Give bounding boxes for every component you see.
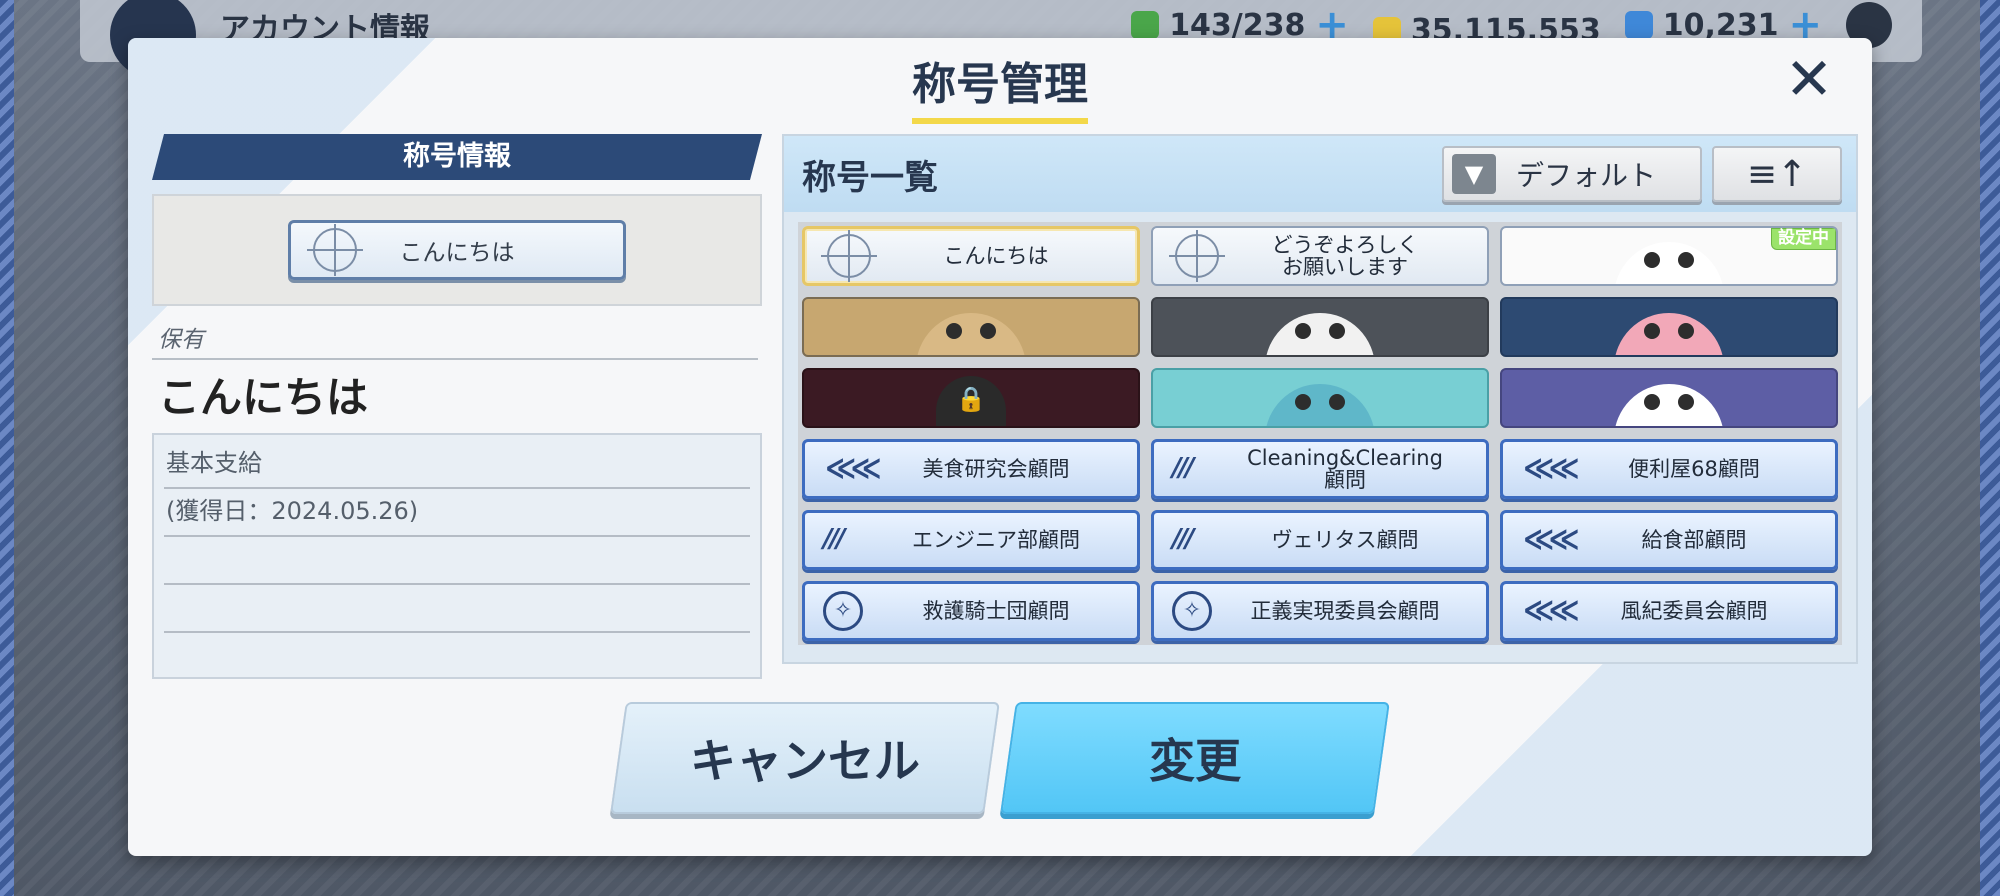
dialog-title-text: 称号管理 bbox=[912, 48, 1088, 124]
dog-face-icon bbox=[916, 313, 1026, 355]
cancel-button[interactable]: キャンセル bbox=[610, 702, 1000, 814]
background-stripe-right bbox=[1980, 0, 2000, 896]
title-list-panel: 称号一覧 ▼ デフォルト ≡↑ こんにちは どうぞよろしく お願いします 設定中 🔒 ≪… bbox=[782, 134, 1858, 664]
title-card[interactable]: ≪≪ 美食研究会顧問 bbox=[802, 439, 1140, 499]
pink-bird-face-icon bbox=[1614, 313, 1724, 355]
description-line: (獲得日：2024.05.26) bbox=[164, 489, 750, 537]
filter-icon: ▼ bbox=[1452, 154, 1496, 194]
eye bbox=[1329, 323, 1345, 339]
title-card[interactable]: どうぞよろしく お願いします bbox=[1151, 226, 1489, 286]
title-card-label: 風紀委員会顧問 bbox=[1620, 598, 1768, 623]
change-button-label: 変更 bbox=[1149, 734, 1241, 788]
chevron-icon: ≪≪ bbox=[1523, 593, 1580, 628]
millennium-icon: /// bbox=[1172, 453, 1194, 483]
cat-face-icon bbox=[1614, 384, 1724, 426]
title-card[interactable]: ✧ 救護騎士団顧問 bbox=[802, 581, 1140, 641]
title-info-header: 称号情報 bbox=[152, 134, 762, 180]
title-card[interactable]: 設定中 bbox=[1500, 226, 1838, 286]
millennium-icon: /// bbox=[1172, 524, 1194, 554]
title-card-label: Cleaning&Clearing 顧問 bbox=[1247, 445, 1443, 492]
title-preview: こんにちは bbox=[152, 194, 762, 306]
lock-icon: 🔒 bbox=[936, 376, 1006, 426]
eye bbox=[1678, 394, 1694, 410]
description-line bbox=[164, 585, 750, 633]
eye bbox=[1295, 323, 1311, 339]
title-preview-text: こんにちは bbox=[399, 240, 515, 266]
filter-label: デフォルト bbox=[1516, 159, 1657, 192]
skull-face-icon bbox=[1265, 313, 1375, 355]
title-info-panel: 称号情報 こんにちは 保有 こんにちは 基本支給 (獲得日：2024.05.26… bbox=[152, 134, 762, 679]
title-card[interactable] bbox=[1500, 297, 1838, 357]
title-card[interactable]: ≪≪ 給食部顧問 bbox=[1500, 510, 1838, 570]
chevron-icon: ≪≪ bbox=[1523, 451, 1580, 486]
title-card-label: 美食研究会顧問 bbox=[922, 456, 1070, 481]
title-card-label: こんにちは bbox=[943, 243, 1049, 268]
title-description: 基本支給 (獲得日：2024.05.26) bbox=[152, 433, 762, 679]
title-list-header: 称号一覧 ▼ デフォルト ≡↑ bbox=[784, 136, 1856, 212]
title-preview-chip: こんにちは bbox=[288, 220, 626, 280]
background-stripe-left bbox=[0, 0, 14, 896]
owned-title-name: こんにちは bbox=[158, 373, 369, 422]
eye bbox=[1295, 394, 1311, 410]
title-card[interactable]: ✧ 正義実現委員会顧問 bbox=[1151, 581, 1489, 641]
reticle-icon bbox=[821, 230, 877, 282]
owned-label: 保有 bbox=[152, 320, 758, 360]
eye bbox=[980, 323, 996, 339]
eye bbox=[1678, 252, 1694, 268]
pyroxene-icon bbox=[1624, 11, 1653, 39]
reticle-icon bbox=[307, 224, 363, 276]
ap-icon bbox=[1131, 11, 1160, 39]
title-card[interactable]: ≪≪ 便利屋68顧問 bbox=[1500, 439, 1838, 499]
equipped-badge: 設定中 bbox=[1771, 228, 1836, 250]
title-card-label: 給食部顧問 bbox=[1641, 527, 1747, 552]
title-card[interactable]: /// ヴェリタス顧問 bbox=[1151, 510, 1489, 570]
bird-face-icon bbox=[1614, 242, 1724, 284]
sort-icon: ≡↑ bbox=[1746, 153, 1808, 195]
close-button[interactable]: ✕ bbox=[1782, 50, 1836, 108]
title-card[interactable]: /// Cleaning&Clearing 顧問 bbox=[1151, 439, 1489, 499]
cancel-button-label: キャンセル bbox=[690, 734, 920, 788]
description-line: 基本支給 bbox=[164, 441, 750, 489]
change-button[interactable]: 変更 bbox=[1000, 702, 1390, 814]
millennium-icon: /// bbox=[823, 524, 845, 554]
eye bbox=[1329, 394, 1345, 410]
eye bbox=[1644, 394, 1660, 410]
owl-face-icon bbox=[1265, 384, 1375, 426]
title-list-heading: 称号一覧 bbox=[802, 157, 938, 198]
trinity-icon: ✧ bbox=[823, 591, 863, 631]
sort-order-button[interactable]: ≡↑ bbox=[1712, 146, 1842, 202]
chevron-icon: ≪≪ bbox=[1523, 522, 1580, 557]
title-card[interactable]: ≪≪ 風紀委員会顧問 bbox=[1500, 581, 1838, 641]
eye bbox=[1678, 323, 1694, 339]
title-card[interactable] bbox=[1151, 297, 1489, 357]
title-card-label: ヴェリタス顧問 bbox=[1271, 527, 1419, 552]
title-card-label: エンジニア部顧問 bbox=[912, 527, 1080, 552]
reticle-icon bbox=[1169, 230, 1225, 282]
title-card[interactable]: こんにちは bbox=[802, 226, 1140, 286]
dialog-title: 称号管理 bbox=[128, 48, 1872, 124]
title-card[interactable]: /// エンジニア部顧問 bbox=[802, 510, 1140, 570]
title-card[interactable] bbox=[1151, 368, 1489, 428]
title-card-label: 正義実現委員会顧問 bbox=[1250, 598, 1440, 623]
trinity-icon: ✧ bbox=[1172, 591, 1212, 631]
title-card[interactable]: 🔒 bbox=[802, 368, 1140, 428]
title-grid: こんにちは どうぞよろしく お願いします 設定中 🔒 ≪≪ 美食研究会顧問 /// Clean… bbox=[798, 222, 1842, 645]
eye bbox=[946, 323, 962, 339]
title-card[interactable] bbox=[1500, 368, 1838, 428]
title-card-label: どうぞよろしく お願いします bbox=[1271, 232, 1419, 279]
eye bbox=[1644, 323, 1660, 339]
title-card[interactable] bbox=[802, 297, 1140, 357]
title-card-label: 便利屋68顧問 bbox=[1628, 456, 1760, 481]
description-line bbox=[164, 537, 750, 585]
title-card-label: 救護騎士団顧問 bbox=[922, 598, 1070, 623]
filter-button[interactable]: ▼ デフォルト bbox=[1442, 146, 1702, 202]
eye bbox=[1644, 252, 1660, 268]
chevron-icon: ≪≪ bbox=[825, 451, 882, 486]
title-management-dialog: 称号管理 ✕ 称号情報 こんにちは 保有 こんにちは 基本支給 (獲得日：202… bbox=[128, 38, 1872, 856]
